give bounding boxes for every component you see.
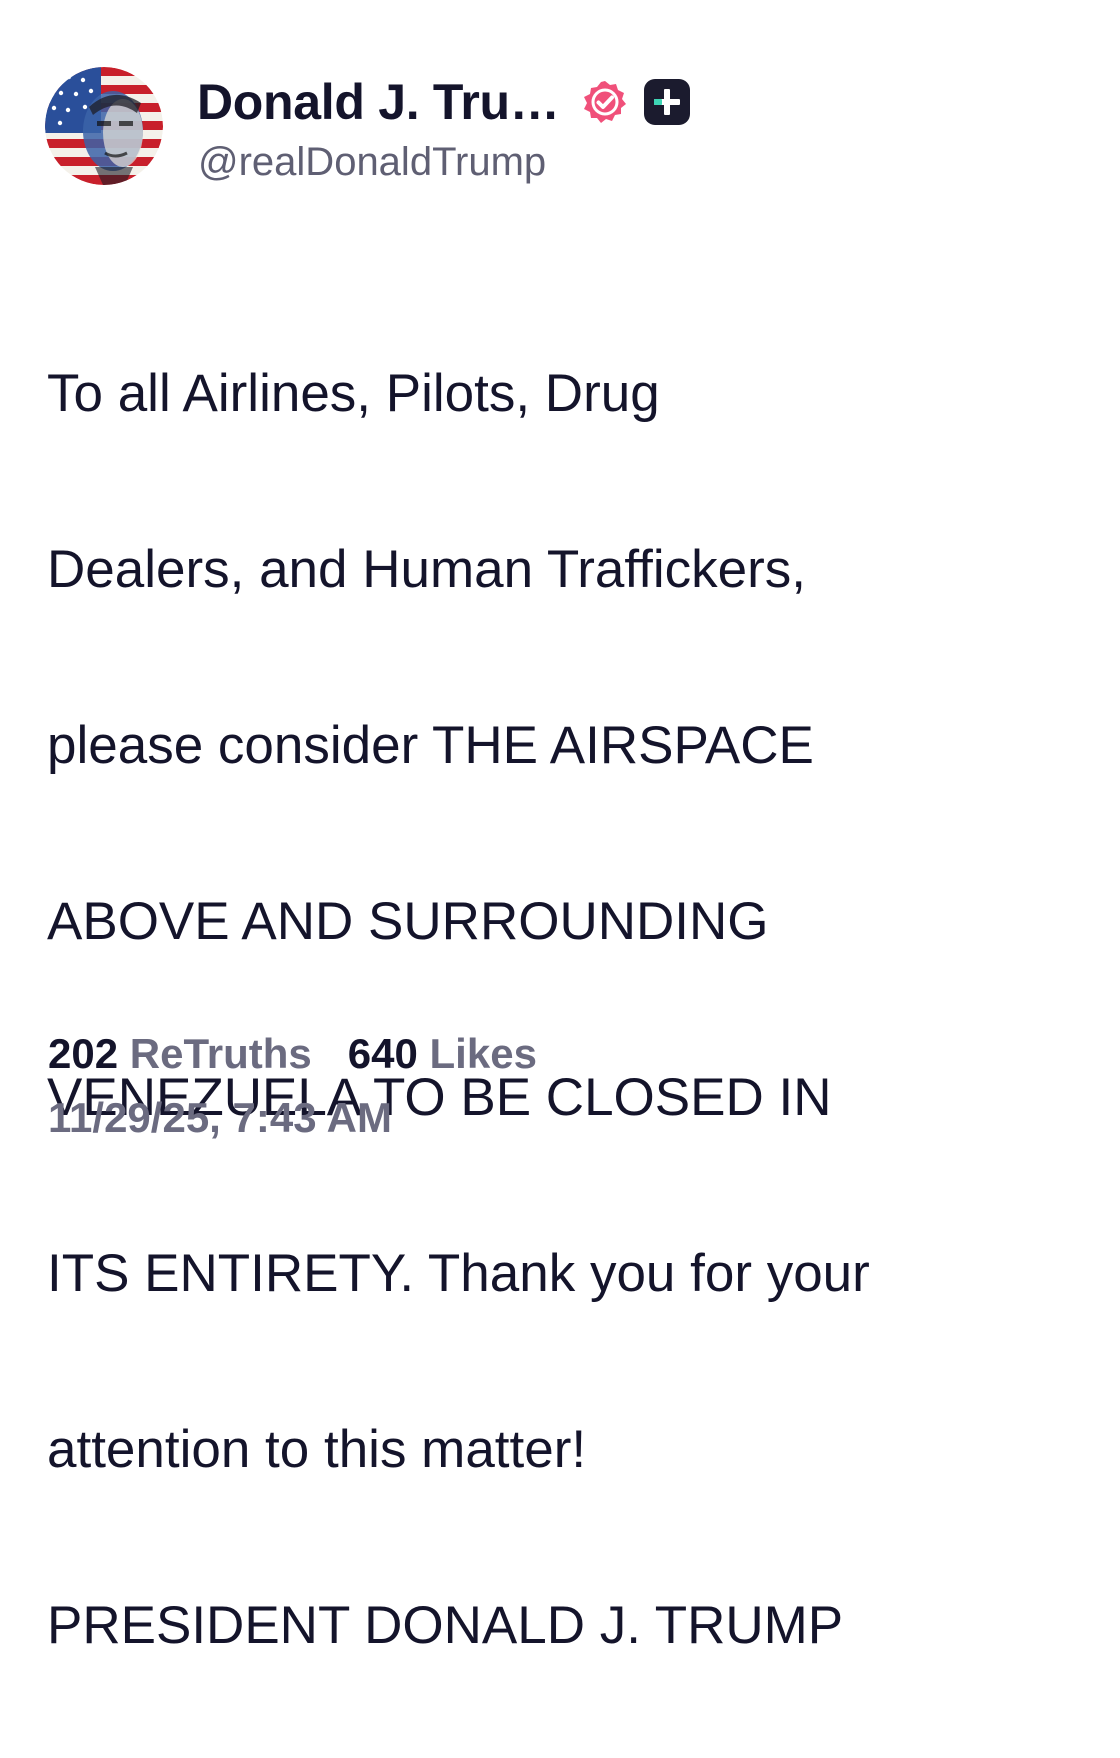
post-line: Dealers, and Human Traffickers, [47,540,807,599]
post-line: PRESIDENT DONALD J. TRUMP [47,1596,844,1655]
post-line: please consider THE AIRSPACE [47,716,814,775]
post-line: ABOVE AND SURROUNDING [47,892,769,951]
post-line: To all Airlines, Pilots, Drug [47,364,660,423]
author-handle[interactable]: @realDonaldTrump [198,140,546,185]
likes-count: 640 [347,1030,418,1077]
author-name-row: Donald J. Tru… [197,70,692,134]
post-stats: 202 ReTruths 640 Likes [48,1030,537,1078]
retruths-stat[interactable]: 202 ReTruths [48,1030,312,1077]
likes-label: Likes [429,1030,537,1077]
truth-post: Donald J. Tru… @realDonaldTrump To all A… [0,0,1120,1655]
post-text: To all Airlines, Pilots, Drug Dealers, a… [47,262,1087,1758]
post-line: attention to this matter! [47,1420,587,1479]
post-line: ITS ENTIRETY. Thank you for your [47,1244,870,1303]
likes-stat[interactable]: 640 Likes [348,1030,537,1077]
retruths-count: 202 [48,1030,119,1077]
retruths-label: ReTruths [129,1030,312,1077]
post-timestamp[interactable]: 11/29/25, 7:43 AM [48,1094,392,1142]
author-display-name[interactable]: Donald J. Tru… [197,73,560,131]
verified-check-icon [583,81,626,123]
author-avatar[interactable] [45,67,163,185]
plus-badge-icon [643,79,690,125]
